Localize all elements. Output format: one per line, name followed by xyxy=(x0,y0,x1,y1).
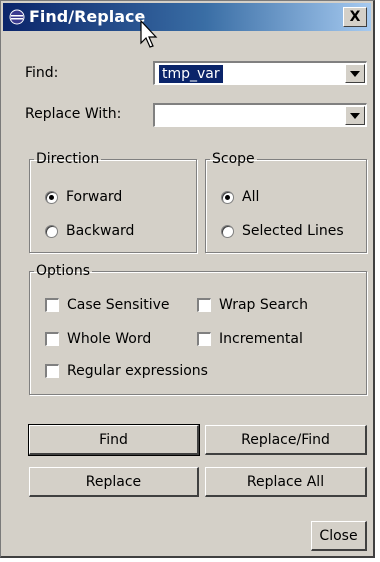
scope-label: Scope xyxy=(212,151,255,167)
find-button-label: Find xyxy=(99,431,128,448)
case-sensitive-label: Case Sensitive xyxy=(67,297,170,313)
checkbox-unchecked-icon xyxy=(197,298,211,312)
chevron-down-icon xyxy=(350,112,360,119)
whole-word-label: Whole Word xyxy=(67,331,152,347)
replace-all-button[interactable]: Replace All xyxy=(205,467,367,497)
replace-with-dropdown-button[interactable] xyxy=(345,106,365,125)
radio-unselected-icon xyxy=(221,224,234,238)
regular-expressions-label: Regular expressions xyxy=(67,363,208,379)
find-replace-dialog: Find/Replace X Find: tmp_var Replace Wit… xyxy=(0,0,375,558)
direction-forward-radio[interactable]: Forward xyxy=(45,189,122,205)
close-icon: X xyxy=(349,9,361,25)
eclipse-icon xyxy=(9,9,25,25)
replace-all-button-label: Replace All xyxy=(246,473,325,490)
case-sensitive-checkbox[interactable]: Case Sensitive xyxy=(45,297,170,313)
find-input[interactable]: tmp_var xyxy=(159,65,223,83)
checkbox-unchecked-icon xyxy=(45,332,59,346)
replace-with-combobox[interactable] xyxy=(153,103,367,127)
radio-selected-icon xyxy=(221,190,234,204)
whole-word-checkbox[interactable]: Whole Word xyxy=(45,331,151,347)
wrap-search-checkbox[interactable]: Wrap Search xyxy=(197,297,308,313)
wrap-search-label: Wrap Search xyxy=(219,297,308,313)
checkbox-unchecked-icon xyxy=(45,364,59,378)
radio-unselected-icon xyxy=(45,224,58,238)
scope-selected-lines-label: Selected Lines xyxy=(242,223,344,239)
replace-button[interactable]: Replace xyxy=(29,467,199,497)
replace-find-button[interactable]: Replace/Find xyxy=(205,425,367,455)
close-button-label: Close xyxy=(319,527,358,544)
title-bar[interactable]: Find/Replace X xyxy=(3,3,371,31)
find-dropdown-button[interactable] xyxy=(345,64,365,83)
find-label: Find: xyxy=(25,65,59,81)
checkbox-unchecked-icon xyxy=(197,332,211,346)
direction-label: Direction xyxy=(36,151,100,167)
scope-all-radio[interactable]: All xyxy=(221,189,259,205)
scope-selected-lines-radio[interactable]: Selected Lines xyxy=(221,223,344,239)
direction-forward-label: Forward xyxy=(66,189,123,205)
incremental-checkbox[interactable]: Incremental xyxy=(197,331,303,347)
direction-backward-label: Backward xyxy=(66,223,135,239)
options-label: Options xyxy=(36,263,91,279)
replace-find-button-label: Replace/Find xyxy=(241,431,330,448)
find-button[interactable]: Find xyxy=(28,424,200,456)
find-combobox[interactable]: tmp_var xyxy=(153,61,367,85)
radio-selected-icon xyxy=(45,190,58,204)
replace-button-label: Replace xyxy=(85,473,142,490)
checkbox-unchecked-icon xyxy=(45,298,59,312)
window-title: Find/Replace xyxy=(29,7,146,26)
replace-with-label: Replace With: xyxy=(25,106,122,122)
direction-backward-radio[interactable]: Backward xyxy=(45,223,134,239)
regular-expressions-checkbox[interactable]: Regular expressions xyxy=(45,363,208,379)
mouse-pointer-icon xyxy=(140,19,158,48)
chevron-down-icon xyxy=(350,70,360,77)
close-window-button[interactable]: X xyxy=(343,7,367,27)
close-button[interactable]: Close xyxy=(311,521,367,551)
incremental-label: Incremental xyxy=(219,331,303,347)
scope-all-label: All xyxy=(242,189,260,205)
